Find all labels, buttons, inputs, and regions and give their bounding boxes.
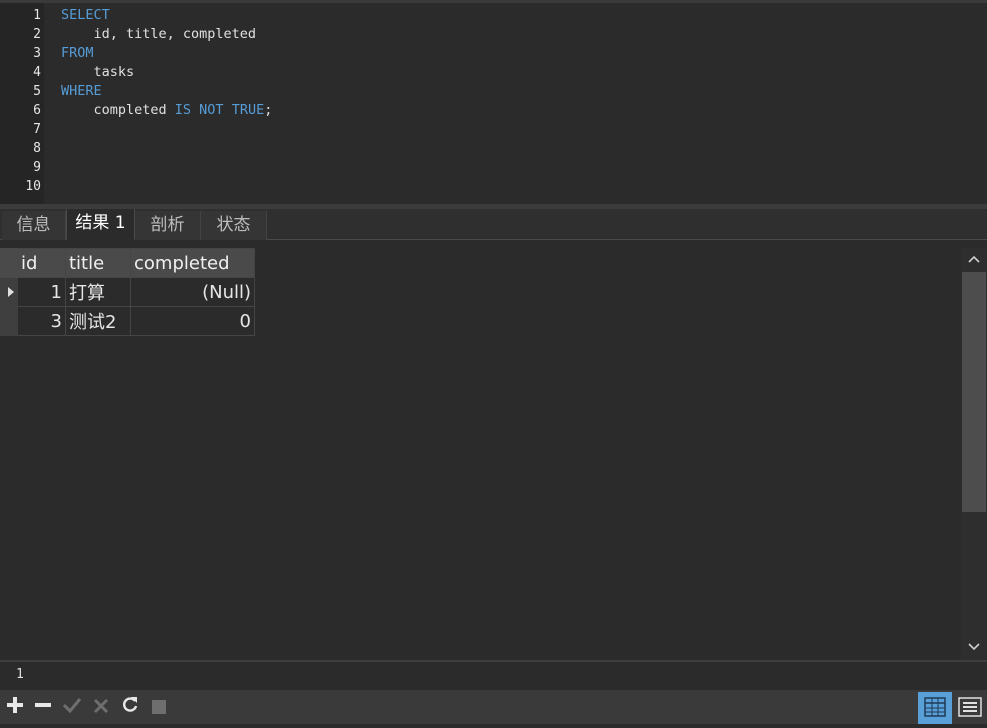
- cell-title[interactable]: 打算: [65, 277, 131, 307]
- code-line[interactable]: WHERE: [61, 82, 102, 101]
- sql-text: completed: [61, 102, 175, 118]
- sql-text: id, title, completed: [61, 26, 257, 42]
- grid-header-row: id title completed: [0, 248, 255, 278]
- code-line[interactable]: SELECT: [61, 6, 110, 25]
- refresh-icon[interactable]: [119, 696, 141, 718]
- cell-completed[interactable]: 0: [130, 306, 255, 336]
- status-text: 1: [16, 667, 24, 682]
- code-line[interactable]: id, title, completed: [61, 25, 257, 44]
- line-number: 8: [33, 141, 41, 156]
- line-number: 9: [33, 160, 41, 175]
- code-line[interactable]: tasks: [61, 63, 135, 82]
- check-icon[interactable]: [61, 696, 83, 718]
- status-bar: 1: [0, 660, 987, 690]
- grid-toolbar: [0, 690, 987, 724]
- cell-id[interactable]: 1: [17, 277, 66, 307]
- stop-icon[interactable]: [148, 696, 170, 718]
- code-line[interactable]: completed IS NOT TRUE;: [61, 101, 273, 120]
- scroll-down-icon[interactable]: [961, 636, 987, 658]
- cell-title[interactable]: 测试2: [65, 306, 131, 336]
- x-icon[interactable]: [90, 696, 112, 718]
- current-row-arrow-icon: [8, 287, 14, 297]
- sql-keyword: IS NOT TRUE: [174, 102, 265, 118]
- row-header-corner: [0, 248, 18, 278]
- table-row[interactable]: 1 打算 (Null): [0, 277, 255, 307]
- tab-result-1[interactable]: 结果 1: [66, 209, 135, 240]
- result-tab-bar: 信息 结果 1 剖析 状态: [0, 209, 987, 240]
- line-number: 10: [25, 179, 41, 194]
- cell-id[interactable]: 3: [17, 306, 66, 336]
- vertical-scrollbar[interactable]: [961, 248, 987, 660]
- grid-view-icon[interactable]: [918, 692, 952, 724]
- cell-completed[interactable]: (Null): [130, 277, 255, 307]
- tab-profile[interactable]: 剖析: [135, 211, 201, 240]
- line-number: 2: [33, 27, 41, 42]
- results-grid[interactable]: id title completed 1 打算 (Null) 3 测试2 0: [0, 248, 255, 336]
- minus-icon[interactable]: [32, 696, 54, 718]
- line-number: 1: [33, 8, 41, 23]
- line-number: 4: [33, 65, 41, 80]
- scrollbar-thumb[interactable]: [962, 272, 986, 512]
- line-number: 5: [33, 84, 41, 99]
- sql-text: tasks: [61, 64, 135, 80]
- line-number: 3: [33, 46, 41, 61]
- row-selector[interactable]: [0, 277, 18, 307]
- scroll-up-icon[interactable]: [961, 248, 987, 270]
- sql-keyword: FROM: [61, 45, 94, 61]
- line-number-gutter: 1 2 3 4 5 6 7 8 9 10: [0, 3, 44, 204]
- add-icon[interactable]: [4, 696, 26, 718]
- line-number: 6: [33, 103, 41, 118]
- line-number: 7: [33, 122, 41, 137]
- sql-keyword: WHERE: [61, 83, 102, 99]
- table-row[interactable]: 3 测试2 0: [0, 306, 255, 336]
- tab-status[interactable]: 状态: [201, 211, 267, 240]
- column-header-title[interactable]: title: [65, 248, 131, 278]
- sql-keyword: SELECT: [61, 7, 110, 23]
- tab-info[interactable]: 信息: [2, 211, 66, 240]
- column-header-completed[interactable]: completed: [130, 248, 255, 278]
- sql-editor[interactable]: 1 2 3 4 5 6 7 8 9 10 SELECT id, title, completed F…: [0, 0, 987, 204]
- form-view-icon[interactable]: [953, 692, 987, 724]
- column-header-id[interactable]: id: [17, 248, 66, 278]
- sql-text: ;: [264, 102, 273, 118]
- row-selector[interactable]: [0, 306, 18, 336]
- code-line[interactable]: FROM: [61, 44, 94, 63]
